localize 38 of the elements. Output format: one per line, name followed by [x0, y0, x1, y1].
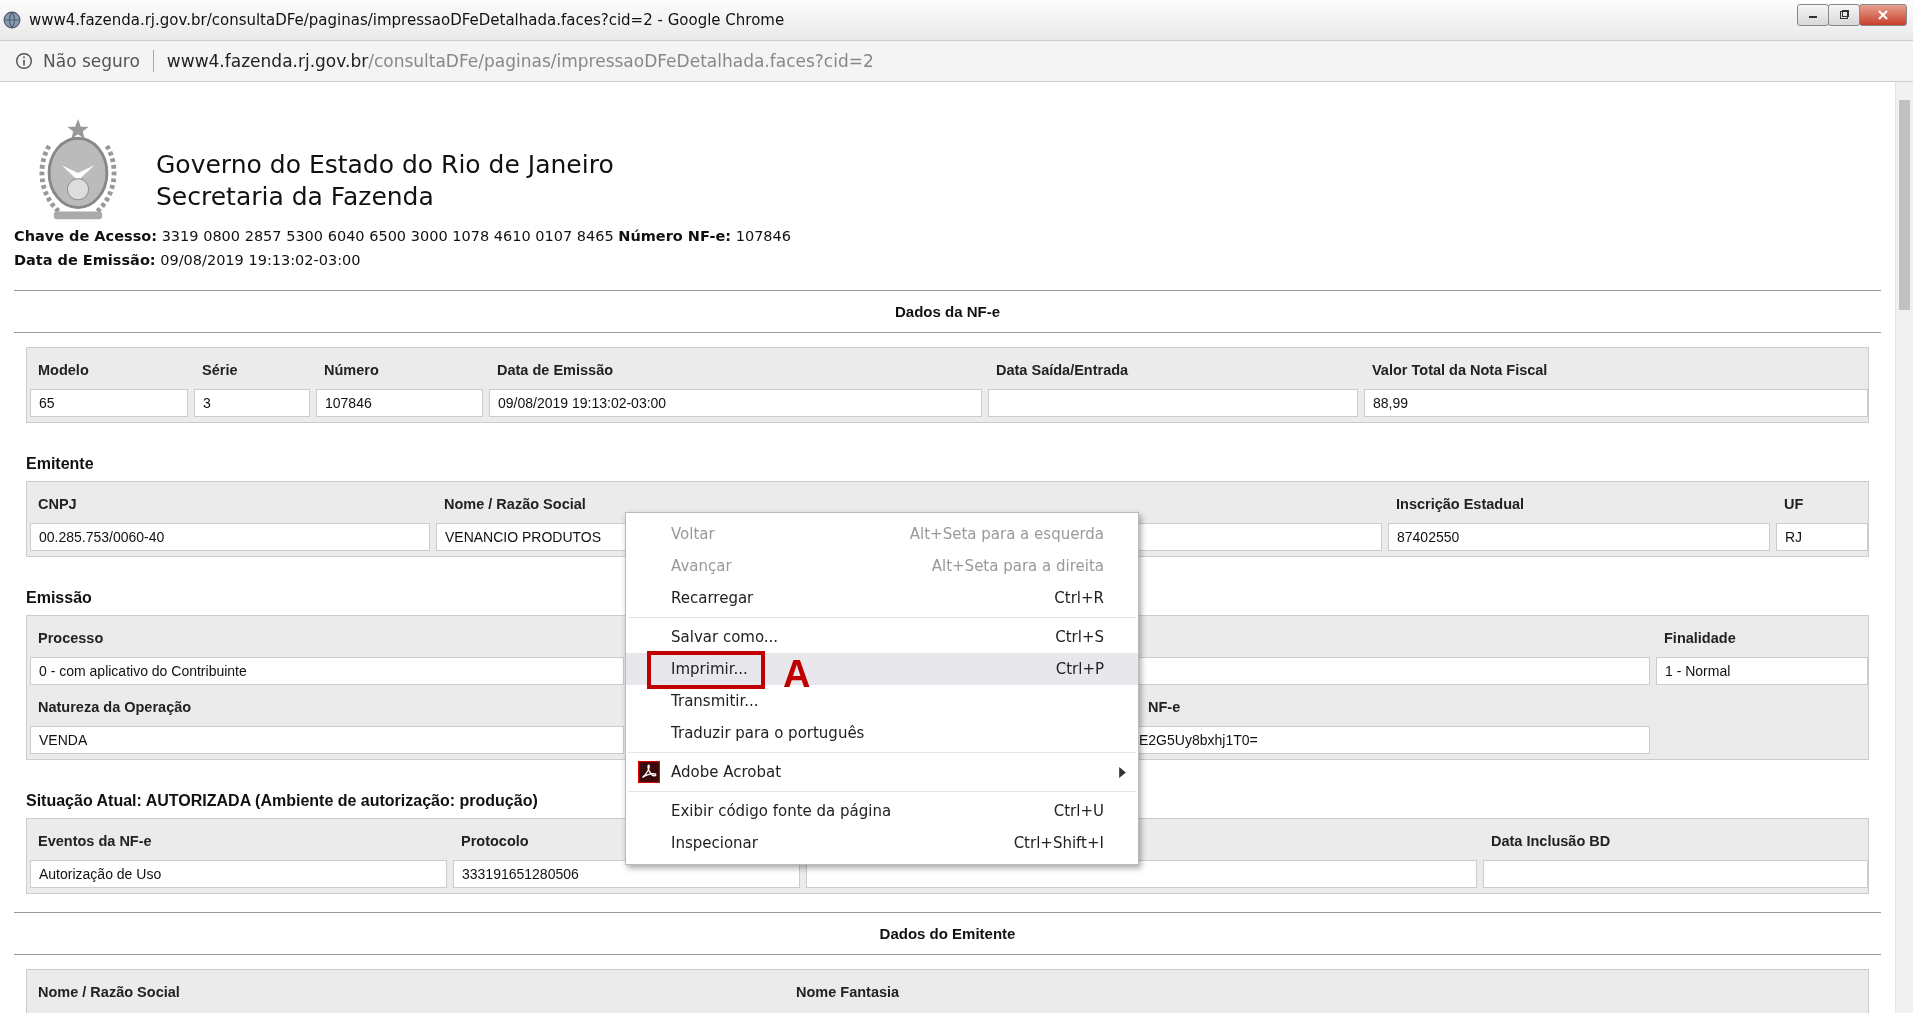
shortcut-text: Ctrl+U [1053, 802, 1104, 820]
field-label: Data Inclusão BD [1490, 832, 1611, 851]
field-label: NF-e [1147, 698, 1181, 717]
url-text: www4.fazenda.rj.gov.br/consultaDFe/paginas/impressaoDFeDetalhada.faces?cid=2 [166, 51, 874, 71]
field-label: Modelo [37, 361, 89, 380]
invoice-info: Chave de Acesso: 3319 0800 2857 5300 6040 6500 3000 1078 4610 0107 8465 Número NF-e: 107846 [14, 227, 792, 246]
field-label: Data Saída/Entrada [995, 361, 1129, 380]
group-title: Emitente [26, 454, 94, 474]
field-label: Inscrição Estadual [1395, 495, 1525, 514]
field-label: Natureza da Operação [37, 698, 192, 717]
field-label: Nome Fantasia [795, 983, 900, 1002]
window-title: www4.fazenda.rj.gov.br/consultaDFe/paginas/impressaoDFeDetalhada.faces?cid=2 - Google Chrome [29, 11, 785, 29]
shortcut-text: Ctrl+P [1055, 660, 1104, 678]
field-label: Série [201, 361, 238, 380]
shortcut-text: Ctrl+R [1054, 589, 1104, 607]
field-label: Data de Emissão [496, 361, 614, 380]
field-label: Nome / Razão Social [443, 495, 586, 514]
shortcut-text: Alt+Seta para a direita [931, 557, 1104, 575]
shortcut-text: Ctrl+S [1055, 628, 1104, 646]
section-heading: Dados do Emitente [879, 925, 1016, 942]
shortcut-text: Ctrl+Shift+I [1013, 834, 1104, 852]
field-label: Eventos da NF-e [37, 832, 152, 851]
group-title: Situação Atual: AUTORIZADA (Ambiente de autorização: produção) [26, 791, 538, 811]
security-label: Não seguro [43, 51, 140, 71]
field-label: UF [1783, 495, 1804, 514]
group-title: Emissão [26, 588, 92, 608]
field-label: Processo [37, 629, 104, 648]
field-label: Protocolo [460, 832, 529, 851]
invoice-info: Data de Emissão: 09/08/2019 19:13:02-03:00 [14, 251, 361, 270]
field-label: Nome / Razão Social [37, 983, 180, 1002]
field-label: Número [323, 361, 379, 380]
field-label: Finalidade [1663, 629, 1736, 648]
agency-title: Governo do Estado do Rio de Janeiro [156, 149, 614, 181]
field-label: Valor Total da Nota Fiscal [1371, 361, 1548, 380]
field-label: CNPJ [37, 495, 77, 514]
section-heading: Dados da NF-e [895, 303, 1000, 320]
shortcut-text: Alt+Seta para a esquerda [909, 525, 1104, 543]
agency-title: Secretaria da Fazenda [156, 181, 435, 213]
